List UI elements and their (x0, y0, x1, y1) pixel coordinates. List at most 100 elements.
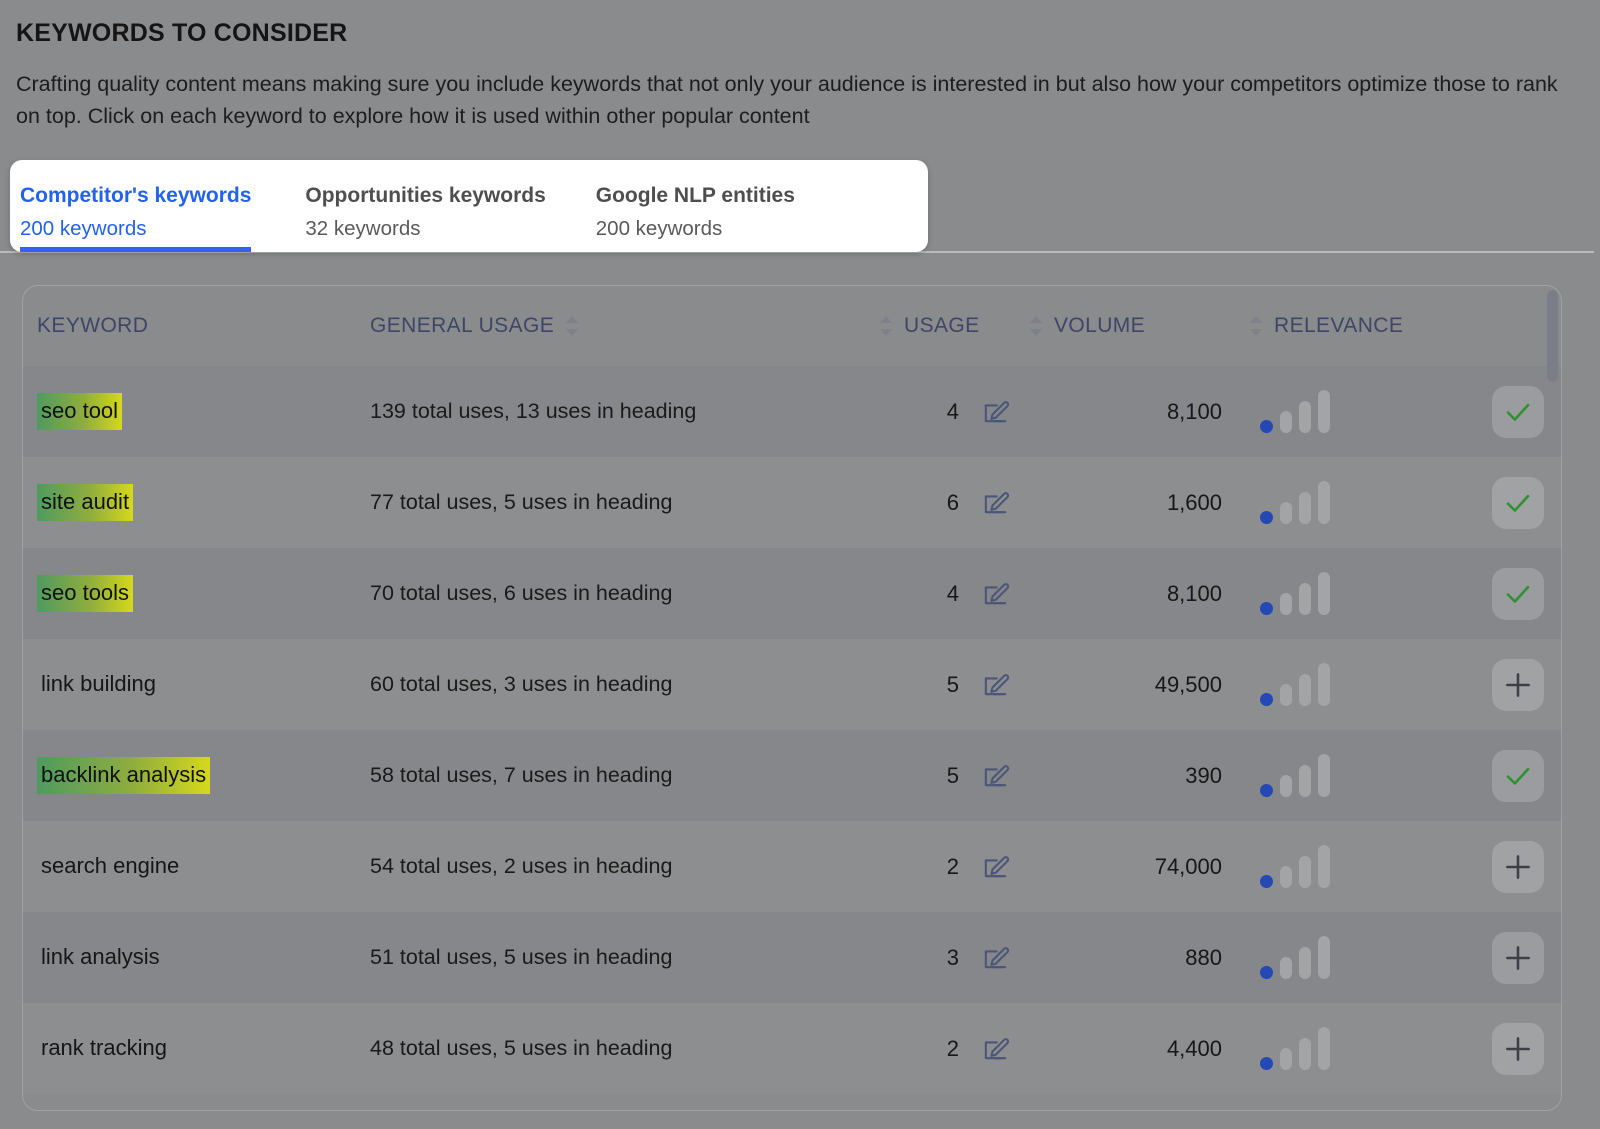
edit-icon[interactable] (981, 1034, 1010, 1063)
volume-value: 880 (1185, 945, 1222, 970)
edit-icon[interactable] (981, 397, 1010, 426)
add-keyword-button[interactable] (1492, 932, 1544, 984)
cell-relevance (1248, 755, 1478, 797)
cell-usage: 5 (878, 761, 1028, 790)
column-header-relevance[interactable]: RELEVANCE (1248, 314, 1478, 338)
cell-usage: 6 (878, 488, 1028, 517)
edit-icon[interactable] (981, 579, 1010, 608)
sort-icon[interactable] (878, 315, 894, 337)
tab-count: 32 keywords (305, 215, 545, 243)
table-header-row: KEYWORD GENERAL USAGE USAGE VOLUME RELEV… (23, 286, 1561, 366)
table-body: seo tool 139 total uses, 13 uses in headi… (23, 366, 1561, 1094)
relevance-dot-icon (1260, 784, 1273, 797)
keyword-added-button[interactable] (1492, 477, 1544, 529)
relevance-bar-icon (1299, 492, 1311, 524)
cell-keyword[interactable]: link analysis (37, 939, 370, 976)
edit-icon[interactable] (981, 852, 1010, 881)
relevance-bar-icon (1280, 957, 1292, 979)
relevance-bar-icon (1280, 866, 1292, 888)
add-keyword-button[interactable] (1492, 841, 1544, 893)
cell-keyword[interactable]: seo tool (37, 393, 370, 430)
keyword-label[interactable]: rank tracking (37, 1030, 171, 1067)
cell-usage: 4 (878, 579, 1028, 608)
cell-usage: 3 (878, 943, 1028, 972)
keyword-label[interactable]: link building (37, 666, 160, 703)
edit-icon[interactable] (981, 488, 1010, 517)
cell-general-usage: 48 total uses, 5 uses in heading (370, 1034, 878, 1063)
keyword-label[interactable]: seo tools (37, 575, 133, 612)
relevance-bar-icon (1299, 401, 1311, 433)
cell-action (1478, 1023, 1558, 1075)
cell-general-usage: 54 total uses, 2 uses in heading (370, 852, 878, 881)
cell-action (1478, 841, 1558, 893)
relevance-bar-icon (1318, 1027, 1330, 1070)
table-row[interactable]: rank tracking 48 total uses, 5 uses in he… (23, 1003, 1561, 1094)
usage-count: 4 (947, 581, 959, 607)
cell-relevance (1248, 846, 1478, 888)
cell-general-usage: 139 total uses, 13 uses in heading (370, 397, 878, 426)
cell-relevance (1248, 664, 1478, 706)
relevance-dot-icon (1260, 966, 1273, 979)
cell-action (1478, 932, 1558, 984)
table-row[interactable]: seo tool 139 total uses, 13 uses in headi… (23, 366, 1561, 457)
general-usage-text: 51 total uses, 5 uses in heading (370, 943, 878, 972)
cell-keyword[interactable]: seo tools (37, 575, 370, 612)
keyword-label[interactable]: link analysis (37, 939, 164, 976)
cell-volume: 8,100 (1028, 581, 1248, 607)
keyword-label[interactable]: search engine (37, 848, 183, 885)
cell-keyword[interactable]: link building (37, 666, 370, 703)
table-row[interactable]: backlink analysis 58 total uses, 7 uses i… (23, 730, 1561, 821)
keyword-added-button[interactable] (1492, 750, 1544, 802)
table-row[interactable]: search engine 54 total uses, 2 uses in he… (23, 821, 1561, 912)
relevance-dot-icon (1260, 511, 1273, 524)
general-usage-text: 54 total uses, 2 uses in heading (370, 852, 878, 881)
table-row[interactable]: link analysis 51 total uses, 5 uses in he… (23, 912, 1561, 1003)
table-scrollbar-thumb[interactable] (1547, 290, 1558, 382)
edit-icon[interactable] (981, 761, 1010, 790)
add-keyword-button[interactable] (1492, 1023, 1544, 1075)
cell-keyword[interactable]: backlink analysis (37, 757, 370, 794)
table-scrollbar[interactable] (1547, 286, 1561, 1110)
general-usage-text: 139 total uses, 13 uses in heading (370, 397, 878, 426)
table-row[interactable]: site audit77 total uses, 5 uses in headi… (23, 457, 1561, 548)
column-header-general-usage[interactable]: GENERAL USAGE (370, 314, 878, 338)
cell-action (1478, 750, 1558, 802)
keyword-label[interactable]: backlink analysis (37, 757, 210, 794)
relevance-bar-icon (1280, 593, 1292, 615)
cell-keyword[interactable]: site audit (37, 484, 370, 521)
cell-keyword[interactable]: rank tracking (37, 1030, 370, 1067)
tab-competitors-keywords[interactable]: Competitor's keywords 200 keywords (20, 160, 251, 252)
tab-google-nlp-entities[interactable]: Google NLP entities 200 keywords (596, 160, 795, 252)
add-keyword-button[interactable] (1492, 659, 1544, 711)
relevance-bar-icon (1318, 936, 1330, 979)
usage-count: 4 (947, 399, 959, 425)
tab-opportunities-keywords[interactable]: Opportunities keywords 32 keywords (305, 160, 545, 252)
page-description: Crafting quality content means making su… (16, 68, 1584, 132)
keyword-label[interactable]: seo tool (37, 393, 122, 430)
relevance-bar-icon (1299, 674, 1311, 706)
cell-volume: 390 (1028, 763, 1248, 789)
relevance-bar-icon (1318, 481, 1330, 524)
column-header-volume[interactable]: VOLUME (1028, 314, 1248, 338)
volume-value: 49,500 (1155, 672, 1222, 697)
relevance-bar-icon (1280, 1048, 1292, 1070)
keyword-added-button[interactable] (1492, 568, 1544, 620)
relevance-bar-icon (1299, 583, 1311, 615)
relevance-bar-icon (1280, 411, 1292, 433)
table-row[interactable]: seo tools70 total uses, 6 uses in headin… (23, 548, 1561, 639)
sort-icon[interactable] (564, 315, 580, 337)
table-row[interactable]: link building60 total uses, 3 uses in he… (23, 639, 1561, 730)
cell-volume: 880 (1028, 945, 1248, 971)
tab-label: Competitor's keywords (20, 181, 251, 211)
sort-icon[interactable] (1248, 315, 1264, 337)
edit-icon[interactable] (981, 943, 1010, 972)
sort-icon[interactable] (1028, 315, 1044, 337)
keyword-label[interactable]: site audit (37, 484, 133, 521)
relevance-bar-icon (1299, 947, 1311, 979)
cell-general-usage: 58 total uses, 7 uses in heading (370, 761, 878, 790)
keyword-added-button[interactable] (1492, 386, 1544, 438)
usage-count: 3 (947, 945, 959, 971)
edit-icon[interactable] (981, 670, 1010, 699)
column-header-usage[interactable]: USAGE (878, 314, 1028, 338)
cell-keyword[interactable]: search engine (37, 848, 370, 885)
